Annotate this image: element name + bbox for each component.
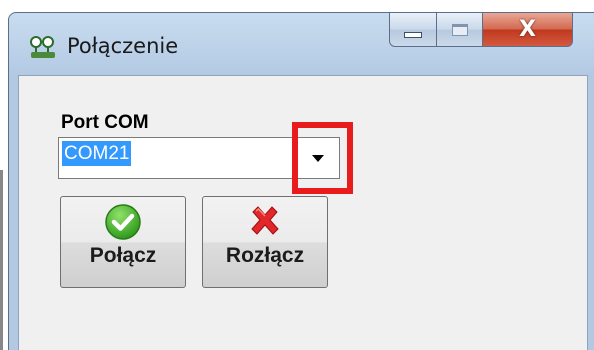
dropdown-highlight-annotation <box>292 122 353 194</box>
window-client-area: Port COM COM21 Połącz Rozłącz <box>18 75 588 350</box>
caption-buttons: X <box>389 13 573 49</box>
green-check-icon <box>105 204 141 240</box>
connect-button[interactable]: Połącz <box>60 196 186 288</box>
window-title: Połączenie <box>67 34 179 58</box>
disconnect-button[interactable]: Rozłącz <box>202 196 328 288</box>
maximize-button[interactable] <box>437 13 483 47</box>
minimize-button[interactable] <box>389 13 437 47</box>
close-button[interactable]: X <box>483 13 573 47</box>
disconnect-button-label: Rozłącz <box>225 244 305 267</box>
port-com-label: Port COM <box>61 112 149 133</box>
port-com-selected-value[interactable]: COM21 <box>62 141 132 166</box>
background-edge <box>0 170 3 350</box>
close-icon: X <box>519 17 536 42</box>
maximize-icon <box>451 23 468 36</box>
connect-button-label: Połącz <box>89 244 157 267</box>
connection-window: Połączenie X Port COM COM21 Połącz Rozłą… <box>8 12 594 350</box>
title-bar[interactable]: Połączenie X <box>9 13 594 75</box>
network-connection-icon <box>30 36 55 58</box>
red-x-icon <box>251 206 279 235</box>
minimize-icon <box>404 31 422 38</box>
